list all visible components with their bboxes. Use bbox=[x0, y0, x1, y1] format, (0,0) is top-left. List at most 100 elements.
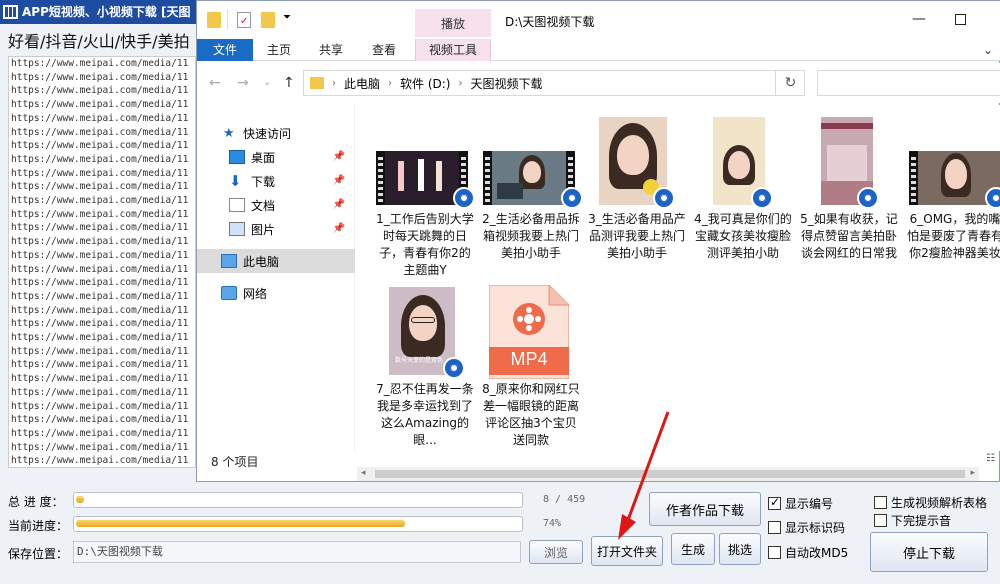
nav-pictures[interactable]: 图片 📌 bbox=[197, 217, 355, 241]
url-line: https://www.meipai.com/media/11 bbox=[11, 195, 189, 207]
url-line: https://www.meipai.com/media/11 bbox=[11, 167, 189, 179]
show-number-checkbox[interactable]: 显示编号 bbox=[768, 495, 833, 512]
file-name: 1_工作后告别大学时每天跳舞的日子，青春有你2的主题曲Y bbox=[376, 212, 474, 277]
total-progress-label: 总 进 度： bbox=[8, 495, 64, 509]
url-list[interactable]: https://www.meipai.com/media/11 https://w… bbox=[8, 56, 196, 468]
show-watermark-checkbox[interactable]: 显示标识码 bbox=[768, 519, 845, 536]
context-tab-play[interactable]: 播放 bbox=[415, 9, 491, 37]
address-bar[interactable]: › 此电脑 › 软件 (D:) › 天图视频下载 bbox=[303, 70, 805, 96]
explorer-title-bar: ✓ ⏷ 播放 D:\天图视频下载 — bbox=[197, 1, 1000, 39]
video-app-badge-icon bbox=[985, 187, 1000, 209]
gen-table-box[interactable] bbox=[874, 496, 887, 509]
file-name: 2_生活必备用品拆箱视频我要上热门美拍小助手 bbox=[482, 212, 580, 260]
pick-button[interactable]: 挑选 bbox=[719, 533, 761, 565]
tab-home[interactable]: 主页 bbox=[257, 39, 301, 61]
tab-file[interactable]: 文件 bbox=[197, 39, 253, 61]
auto-md5-checkbox[interactable]: 自动改MD5 bbox=[768, 544, 848, 561]
scroll-right-icon[interactable]: ▸ bbox=[970, 468, 975, 478]
nav-network-label: 网络 bbox=[243, 286, 268, 301]
file-name: 7_忍不住再发一条我是多幸运找到了这么Amazing的眼... bbox=[376, 382, 474, 447]
save-path-input[interactable]: D:\天图视频下载 bbox=[73, 541, 521, 563]
gen-table-checkbox[interactable]: 生成视频解析表格 bbox=[874, 494, 987, 511]
current-progress-fill bbox=[76, 520, 405, 527]
platform-list-label: 好看/抖音/火山/快手/美拍 bbox=[8, 32, 190, 51]
file-explorer-window: ✓ ⏷ 播放 D:\天图视频下载 — 文件 主页 共享 查看 视频工具 ⌄ ← … bbox=[196, 0, 1000, 482]
file-name: 5_如果有收获，记得点赞留言美拍卧谈会网红的日常我 bbox=[800, 212, 898, 260]
computer-icon bbox=[221, 254, 237, 268]
auto-md5-label: 自动改MD5 bbox=[785, 546, 849, 560]
show-watermark-box[interactable] bbox=[768, 521, 781, 534]
nav-desktop[interactable]: 桌面 📌 bbox=[197, 145, 355, 169]
url-line: https://www.meipai.com/media/11 bbox=[11, 386, 189, 398]
url-line: https://www.meipai.com/media/11 bbox=[11, 304, 189, 316]
done-sound-checkbox[interactable]: 下完提示音 bbox=[874, 512, 951, 529]
pin-icon: 📌 bbox=[332, 199, 345, 210]
window-title: D:\天图视频下载 bbox=[505, 15, 595, 29]
file-name: 3_生活必备用品产品测评我要上热门美拍小助手 bbox=[588, 212, 686, 260]
customize-quick-access-icon[interactable]: ⏷ bbox=[283, 12, 291, 23]
tab-view[interactable]: 查看 bbox=[362, 39, 406, 61]
stop-download-button[interactable]: 停止下载 bbox=[870, 532, 988, 572]
nav-pictures-label: 图片 bbox=[251, 222, 276, 237]
file-list: 1_工作后告别大学时每天跳舞的日子，青春有你2的主题曲Y 2_生活必备用品拆箱视… bbox=[357, 105, 1000, 451]
file-name: 8_原来你和网红只差一幅眼镜的距离评论区抽3个宝贝送同款 bbox=[482, 382, 580, 447]
app-title-bar: APP短视频、小视频下载 [天图 bbox=[0, 0, 200, 24]
url-line: https://www.meipai.com/media/11 bbox=[11, 332, 189, 344]
mp4-label: MP4 bbox=[510, 349, 548, 369]
url-line: https://www.meipai.com/media/11 bbox=[11, 277, 189, 289]
url-line: https://www.meipai.com/media/11 bbox=[11, 400, 189, 412]
recent-dropdown-icon[interactable]: ⌄ bbox=[263, 77, 271, 88]
url-line: https://www.meipai.com/media/11 bbox=[11, 181, 189, 193]
back-icon[interactable]: ← bbox=[209, 75, 221, 91]
up-icon[interactable]: ↑ bbox=[283, 75, 295, 91]
nav-network[interactable]: 网络 bbox=[197, 281, 355, 305]
annotation-arrow-icon bbox=[618, 411, 670, 540]
minimize-icon[interactable]: — bbox=[911, 11, 927, 27]
video-app-badge-icon bbox=[857, 187, 879, 209]
nav-downloads[interactable]: ⬇ 下载 📌 bbox=[197, 169, 355, 193]
thumbnail-caption: 数号天菲的是双色 bbox=[395, 357, 444, 364]
show-number-box[interactable] bbox=[768, 495, 781, 510]
desktop-icon bbox=[229, 150, 245, 164]
nav-this-pc-label: 此电脑 bbox=[243, 254, 280, 269]
video-app-badge-icon bbox=[653, 187, 675, 209]
view-mode-icons[interactable]: ☷ bbox=[986, 453, 995, 464]
search-input[interactable] bbox=[817, 70, 1000, 96]
star-icon: ★ bbox=[223, 126, 235, 141]
total-progress-bar bbox=[73, 492, 523, 508]
auto-md5-box[interactable] bbox=[768, 546, 781, 559]
nav-this-pc[interactable]: 此电脑 bbox=[197, 249, 355, 273]
browse-button[interactable]: 浏览 bbox=[529, 540, 583, 564]
url-line: https://www.meipai.com/media/11 bbox=[11, 58, 189, 69]
network-icon bbox=[221, 286, 237, 300]
new-folder-icon[interactable] bbox=[261, 12, 275, 28]
nav-quick-access[interactable]: ★ 快速访问 bbox=[197, 121, 355, 145]
done-sound-box[interactable] bbox=[874, 514, 887, 527]
address-row: ← → ⌄ ↑ › 此电脑 › 软件 (D:) › 天图视频下载 ↻ bbox=[197, 63, 1000, 103]
breadcrumb-drive-d[interactable]: 软件 (D:) bbox=[400, 75, 450, 92]
refresh-icon[interactable]: ↻ bbox=[775, 70, 805, 96]
properties-icon[interactable]: ✓ bbox=[237, 12, 251, 28]
breadcrumb-this-pc[interactable]: 此电脑 bbox=[344, 75, 380, 92]
nav-documents[interactable]: 文档 📌 bbox=[197, 193, 355, 217]
url-line: https://www.meipai.com/media/11 bbox=[11, 427, 189, 439]
url-line: https://www.meipai.com/media/11 bbox=[11, 112, 189, 124]
breadcrumb-folder[interactable]: 天图视频下载 bbox=[470, 75, 542, 92]
video-app-badge-icon bbox=[561, 187, 583, 209]
tab-video-tools[interactable]: 视频工具 bbox=[415, 39, 491, 61]
tab-share[interactable]: 共享 bbox=[309, 39, 353, 61]
nav-quick-access-label: 快速访问 bbox=[243, 126, 292, 141]
picture-icon bbox=[229, 222, 245, 236]
document-icon bbox=[229, 198, 245, 212]
url-line: https://www.meipai.com/media/11 bbox=[11, 153, 189, 165]
maximize-icon[interactable] bbox=[955, 14, 966, 25]
ribbon-expand-icon[interactable]: ⌄ bbox=[983, 43, 993, 57]
app-title: APP短视频、小视频下载 [天图 bbox=[22, 5, 191, 19]
total-progress-fill bbox=[76, 496, 84, 503]
url-line: https://www.meipai.com/media/11 bbox=[11, 455, 189, 467]
folder-icon bbox=[310, 77, 324, 89]
scroll-left-icon[interactable]: ◂ bbox=[361, 468, 366, 478]
url-line: https://www.meipai.com/media/11 bbox=[11, 318, 189, 330]
forward-icon[interactable]: → bbox=[237, 75, 249, 91]
app-logo-icon bbox=[3, 5, 18, 19]
